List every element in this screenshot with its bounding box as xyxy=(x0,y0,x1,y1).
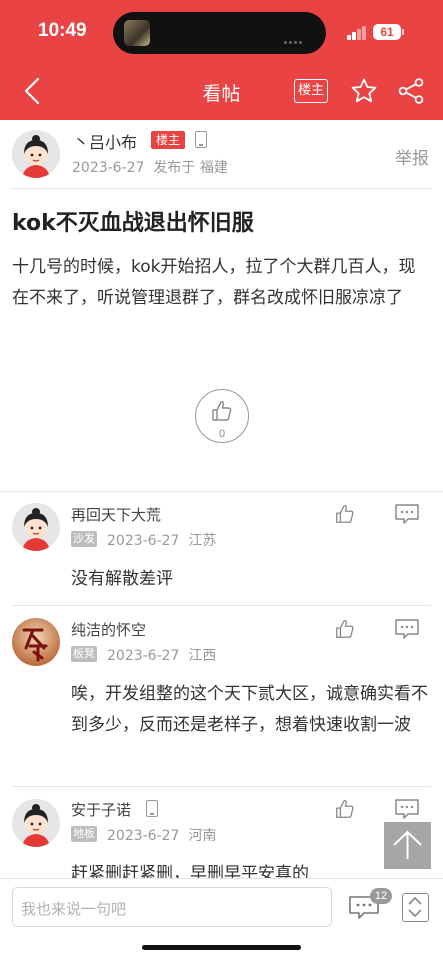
nav-bar: 看帖 楼主 xyxy=(0,62,443,120)
share-icon[interactable] xyxy=(397,77,425,105)
comment-location: 江西 xyxy=(188,648,217,664)
comment-meta: 2023-6-27 江苏 xyxy=(107,530,216,550)
cartoon-avatar-icon xyxy=(12,799,60,847)
comment-like-icon[interactable] xyxy=(334,503,356,525)
comment-reply-icon[interactable] xyxy=(394,503,420,525)
page-jump-button[interactable] xyxy=(402,893,429,922)
thumbs-up-icon xyxy=(212,401,232,421)
post-title: kok不灭血战退出怀旧服 xyxy=(12,211,254,236)
comment-date: 2023-6-27 xyxy=(107,533,180,549)
comment-author[interactable]: 再回天下大荒 xyxy=(71,504,161,525)
op-badge: 楼主 xyxy=(151,131,185,149)
post-location: 发布于 福建 xyxy=(153,160,228,176)
comment-meta: 2023-6-27 河南 xyxy=(107,825,216,845)
cartoon-avatar-icon xyxy=(12,503,60,551)
battery-icon: 61 xyxy=(373,24,401,40)
op-only-button[interactable]: 楼主 xyxy=(294,79,328,103)
post-meta: 2023-6-27 发布于 福建 xyxy=(72,157,228,177)
post-date: 2023-6-27 xyxy=(72,160,145,176)
report-button[interactable]: 举报 xyxy=(395,144,429,169)
chevron-up-down-icon xyxy=(408,896,422,918)
comment-avatar[interactable] xyxy=(12,618,60,666)
comment-meta: 2023-6-27 江西 xyxy=(107,645,216,665)
comment-reply-icon[interactable] xyxy=(394,618,420,640)
cartoon-avatar-icon xyxy=(12,130,60,178)
post-like-button[interactable]: 0 xyxy=(195,389,249,443)
comment-date: 2023-6-27 xyxy=(107,828,180,844)
comment-like-icon[interactable] xyxy=(334,798,356,820)
mobile-device-icon xyxy=(195,131,207,148)
comment-author[interactable]: 安于子诺 xyxy=(71,799,131,820)
home-indicator xyxy=(142,945,301,950)
dynamic-island xyxy=(113,12,326,54)
post-like-count: 0 xyxy=(218,428,226,440)
divider xyxy=(12,786,431,787)
comment-like-icon[interactable] xyxy=(334,618,356,640)
signal-icon xyxy=(347,26,367,40)
bottom-bar: 我也来说一句吧 12 xyxy=(0,878,443,960)
floor-badge: 地板 xyxy=(71,826,97,842)
post-body: 十几号的时候，kok开始招人，拉了个大群几百人，现在不来了，听说管理退群了，群名… xyxy=(12,257,416,308)
section-gap xyxy=(0,490,443,493)
status-bar: 10:49 61 xyxy=(0,0,443,62)
author-avatar[interactable] xyxy=(12,130,60,178)
floor-badge: 沙发 xyxy=(71,531,97,547)
mobile-device-icon xyxy=(146,800,158,817)
now-playing-thumbnail xyxy=(124,20,150,46)
arrow-up-icon xyxy=(393,830,422,859)
comment-text: 唉，开发组整的这个天下贰大区，诚意确实看不到多少，反而还是老样子，想着快速收割一… xyxy=(71,684,428,735)
comment-author[interactable]: 纯洁的怀空 xyxy=(71,619,146,640)
comment-text: 没有解散差评 xyxy=(71,569,173,589)
calligraphy-avatar-icon xyxy=(12,618,60,666)
comment-date: 2023-6-27 xyxy=(107,648,180,664)
comment-location: 河南 xyxy=(188,828,217,844)
comment-location: 江苏 xyxy=(188,533,217,549)
comment-reply-icon[interactable] xyxy=(394,798,420,820)
divider xyxy=(12,188,431,189)
author-name[interactable]: 丶吕小布 xyxy=(73,129,137,153)
favorite-star-icon[interactable] xyxy=(350,77,378,105)
audio-wave-icon xyxy=(284,29,308,44)
comment-avatar[interactable] xyxy=(12,799,60,847)
status-time: 10:49 xyxy=(38,20,87,41)
reply-input[interactable]: 我也来说一句吧 xyxy=(12,887,332,927)
divider xyxy=(12,605,431,606)
comment-avatar[interactable] xyxy=(12,503,60,551)
battery-tip xyxy=(402,29,404,35)
back-to-top-button[interactable] xyxy=(384,822,431,869)
comment-count-badge: 12 xyxy=(370,888,392,904)
floor-badge: 板凳 xyxy=(71,646,97,662)
